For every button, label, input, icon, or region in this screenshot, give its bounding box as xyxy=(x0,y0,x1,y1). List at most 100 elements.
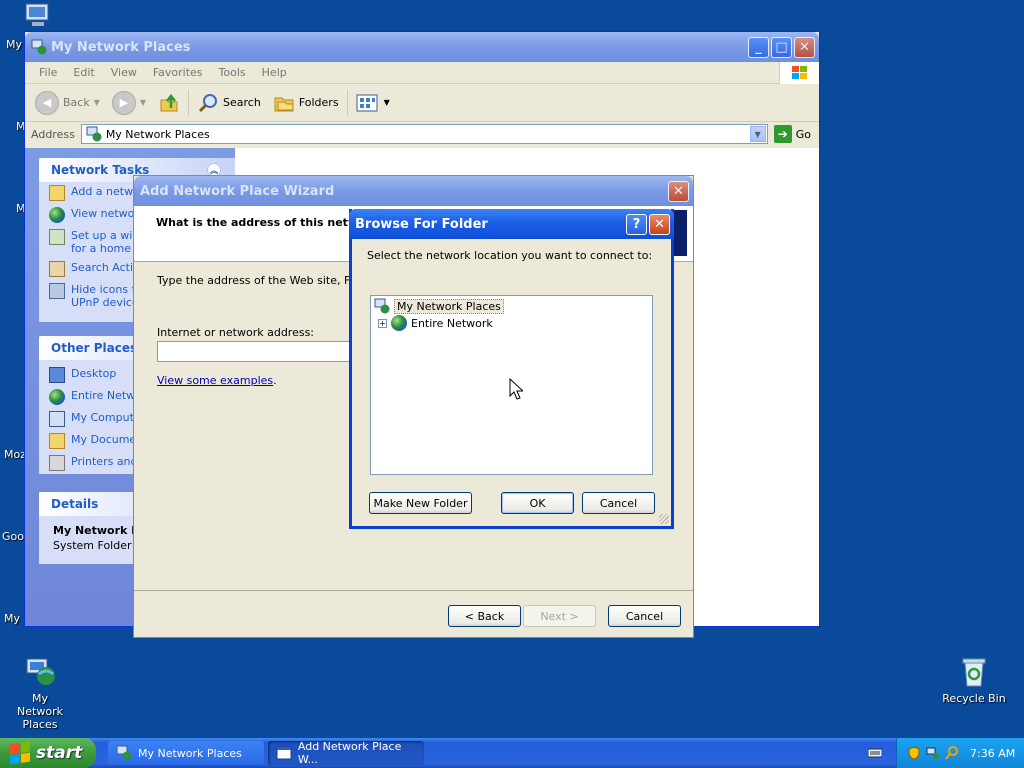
maximize-button[interactable]: □ xyxy=(771,36,792,58)
my-documents-icon xyxy=(49,433,65,449)
security-shield-icon[interactable] xyxy=(907,746,921,760)
other-places-title: Other Places xyxy=(51,341,138,355)
task-label: Add a netwo xyxy=(71,185,140,198)
menu-edit[interactable]: Edit xyxy=(65,66,102,79)
wizard-titlebar[interactable]: Add Network Place Wizard ✕ xyxy=(134,176,693,206)
back-label: Back xyxy=(63,96,90,109)
go-button[interactable]: ➔ Go xyxy=(773,125,819,143)
wizard-next-button[interactable]: Next > xyxy=(523,605,596,627)
folders-label: Folders xyxy=(298,96,339,109)
wizard-title: Add Network Place Wizard xyxy=(140,183,335,199)
wizard-instruction: Type the address of the Web site, FTP s xyxy=(157,274,373,287)
place-label: Printers and xyxy=(71,455,138,468)
chevron-down-icon: ▼ xyxy=(93,98,100,107)
windows-flag-icon xyxy=(10,741,30,765)
menu-view[interactable]: View xyxy=(103,66,145,79)
window-icon xyxy=(31,39,47,55)
network-status-icon[interactable] xyxy=(926,746,940,760)
network-places-icon xyxy=(86,126,102,142)
taskbar-item-add-network-place-wizard[interactable]: Add Network Place W... xyxy=(268,740,424,766)
menu-tools[interactable]: Tools xyxy=(211,66,254,79)
clock[interactable]: 7:36 AM xyxy=(970,747,1015,760)
tree-node-label: My Network Places xyxy=(394,298,504,314)
desktop-icon xyxy=(49,367,65,383)
desktop-icon-recycle-bin[interactable]: Recycle Bin xyxy=(934,656,1014,705)
home-network-icon xyxy=(49,229,65,245)
search-button[interactable]: Search xyxy=(193,90,265,116)
minimize-button[interactable]: _ xyxy=(748,36,769,58)
search-icon xyxy=(198,93,218,112)
folders-icon xyxy=(274,97,294,111)
desktop-icon-label: My Network Places xyxy=(17,692,63,731)
view-examples-link[interactable]: View some examples xyxy=(157,374,273,387)
address-bar: Address My Network Places ▼ ➔ Go xyxy=(25,122,819,146)
standard-toolbar: ◀ Back ▼ ▶ ▼ Search Folders ▼ xyxy=(25,84,819,122)
menu-file[interactable]: File xyxy=(31,66,65,79)
menu-help[interactable]: Help xyxy=(254,66,295,79)
browse-title: Browse For Folder xyxy=(355,216,488,232)
tree-node-my-network-places[interactable]: My Network Places xyxy=(374,298,504,314)
resize-grip[interactable] xyxy=(659,514,669,524)
help-button[interactable]: ? xyxy=(626,213,647,235)
browse-prompt: Select the network location you want to … xyxy=(367,249,653,262)
menu-bar: File Edit View Favorites Tools Help xyxy=(25,61,819,84)
search-tray-icon[interactable] xyxy=(945,746,959,760)
desktop-label-clipped: My xyxy=(6,38,23,51)
make-new-folder-button[interactable]: Make New Folder xyxy=(369,492,472,514)
views-button[interactable]: ▼ xyxy=(352,91,394,115)
wizard-close-button[interactable]: ✕ xyxy=(668,180,689,202)
expand-plus-icon[interactable]: + xyxy=(378,318,387,328)
back-button[interactable]: ◀ Back ▼ xyxy=(31,89,104,117)
up-folder-icon xyxy=(160,93,178,111)
task-label: Add Network Place W... xyxy=(297,740,402,766)
address-input[interactable]: My Network Places ▼ xyxy=(80,124,768,144)
chevron-down-icon: ▼ xyxy=(383,98,390,107)
place-label: Desktop xyxy=(71,367,117,380)
printer-icon xyxy=(49,455,65,471)
up-folder-button[interactable] xyxy=(154,90,184,116)
system-tray: 7:36 AM xyxy=(896,738,1024,768)
mouse-cursor-icon xyxy=(509,377,525,403)
network-connections-icon xyxy=(49,207,65,223)
task-label: Search Activ xyxy=(71,261,140,274)
windows-logo-icon xyxy=(779,61,819,84)
ok-button[interactable]: OK xyxy=(501,492,574,514)
wizard-heading: What is the address of this networ xyxy=(156,216,372,229)
my-computer-icon xyxy=(49,411,65,427)
window-title: My Network Places xyxy=(51,39,191,55)
taskbar-item-my-network-places[interactable]: My Network Places xyxy=(108,741,264,765)
examples-period: . xyxy=(273,374,277,387)
browse-titlebar[interactable]: Browse For Folder ? ✕ xyxy=(349,209,674,239)
window-titlebar[interactable]: My Network Places _ □ ✕ xyxy=(25,32,819,62)
start-button[interactable]: start xyxy=(0,738,96,768)
network-places-icon xyxy=(116,745,132,761)
start-label: start xyxy=(36,743,83,763)
address-dropdown-button[interactable]: ▼ xyxy=(749,126,766,142)
folders-button[interactable]: Folders xyxy=(269,90,343,116)
wizard-window-icon xyxy=(276,746,292,760)
desktop-label-clipped: Moz xyxy=(4,448,26,461)
details-title: Details xyxy=(51,497,99,511)
upnp-device-icon xyxy=(49,283,65,299)
my-computer-icon[interactable] xyxy=(22,2,54,30)
address-label: Address xyxy=(31,127,75,141)
wizard-back-button[interactable]: < Back xyxy=(448,605,521,627)
tree-node-entire-network[interactable]: + Entire Network xyxy=(378,315,493,331)
add-network-place-icon xyxy=(49,185,65,201)
browse-cancel-button[interactable]: Cancel xyxy=(582,492,655,514)
forward-button[interactable]: ▶ ▼ xyxy=(108,89,150,117)
recycle-bin-icon xyxy=(958,656,990,688)
place-label: Entire Netwo xyxy=(71,389,142,402)
browse-close-button[interactable]: ✕ xyxy=(649,213,670,235)
wizard-cancel-button[interactable]: Cancel xyxy=(608,605,681,627)
entire-network-icon xyxy=(49,389,65,405)
close-button[interactable]: ✕ xyxy=(794,36,815,58)
menu-favorites[interactable]: Favorites xyxy=(145,66,211,79)
go-arrow-icon: ➔ xyxy=(773,125,792,143)
address-value: My Network Places xyxy=(105,127,210,141)
desktop-icon-my-network-places[interactable]: My Network Places xyxy=(0,656,80,731)
forward-arrow-icon: ▶ xyxy=(111,90,136,115)
keyboard-icon[interactable] xyxy=(867,746,883,760)
task-label: View networ xyxy=(71,207,139,220)
examples-line: View some examples. xyxy=(157,374,277,387)
